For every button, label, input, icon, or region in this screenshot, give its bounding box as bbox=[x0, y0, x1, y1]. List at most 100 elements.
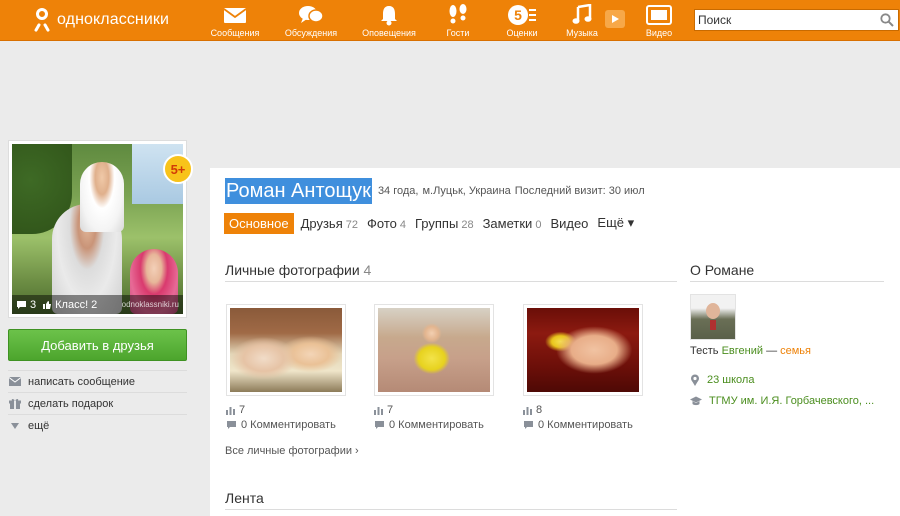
profile-age: 34 года, bbox=[377, 185, 419, 197]
profile-meta: 34 года, м.Луцьк, Украина Последний визит:… bbox=[378, 185, 649, 197]
comment-icon bbox=[375, 421, 384, 429]
nav-video-label: Видео bbox=[645, 28, 673, 38]
tab-photos[interactable]: Фото 4 bbox=[367, 216, 406, 231]
school-item: 23 школа bbox=[690, 374, 754, 386]
avatar-comments-count: 3 bbox=[30, 298, 37, 311]
search-box bbox=[694, 9, 899, 31]
university-item: ТГМУ им. И.Я. Горбачевского, ... bbox=[690, 395, 874, 407]
profile-tabs: Основное Друзья 72 Фото 4 Группы 28 Заметки… bbox=[224, 212, 643, 234]
rating-5-icon: 5 bbox=[507, 4, 537, 26]
location-pin-icon bbox=[691, 374, 699, 386]
photo-thumbnail[interactable] bbox=[374, 304, 494, 396]
tab-main[interactable]: Основное bbox=[224, 212, 294, 234]
divider bbox=[225, 509, 677, 510]
school-link[interactable]: 23 школа bbox=[707, 374, 754, 386]
more-actions-label: ещё bbox=[28, 419, 50, 432]
triangle-down-icon bbox=[11, 422, 19, 429]
profile-header: Роман Антощук 34 года, м.Луцьк, Украина По… bbox=[225, 178, 649, 204]
tab-more[interactable]: Ещё ▾ bbox=[597, 215, 634, 231]
rating-badge[interactable]: 5+ bbox=[163, 154, 193, 184]
photo-comment-link[interactable]: 0 Комментировать bbox=[226, 419, 336, 431]
feed-heading[interactable]: Лента bbox=[225, 490, 264, 506]
relative-dash: — bbox=[766, 345, 778, 357]
avatar-class[interactable]: Класс! 2 bbox=[42, 299, 97, 311]
bar-chart-icon bbox=[523, 406, 532, 415]
avatar-stats: 3 Класс! 2 odnoklassniki.ru bbox=[12, 295, 183, 314]
search-icon[interactable] bbox=[880, 13, 894, 27]
bar-chart-icon bbox=[226, 406, 235, 415]
video-screen-icon bbox=[646, 4, 672, 26]
about-heading[interactable]: О Романе bbox=[690, 262, 754, 278]
footprints-icon bbox=[447, 4, 469, 26]
avatar-class-label: Класс! 2 bbox=[55, 298, 98, 311]
side-actions: написать сообщение сделать подарок ещё bbox=[8, 370, 187, 436]
make-gift-label: сделать подарок bbox=[28, 397, 114, 410]
bell-icon bbox=[379, 4, 399, 26]
write-message-label: написать сообщение bbox=[28, 375, 136, 388]
bar-chart-icon bbox=[374, 406, 383, 415]
avatar-frame[interactable]: 3 Класс! 2 odnoklassniki.ru bbox=[8, 140, 187, 318]
comment-icon bbox=[524, 421, 533, 429]
tab-notes[interactable]: Заметки 0 bbox=[483, 216, 542, 231]
nav-video[interactable]: Видео bbox=[643, 4, 675, 40]
divider bbox=[690, 281, 884, 282]
graduation-cap-icon bbox=[690, 396, 702, 406]
chat-bubbles-icon bbox=[298, 4, 324, 26]
tab-friends[interactable]: Друзья 72 bbox=[301, 216, 358, 231]
gift-icon bbox=[9, 398, 21, 409]
music-note-icon bbox=[571, 4, 593, 26]
relative-relation: Тесть bbox=[690, 345, 719, 357]
comment-icon bbox=[227, 421, 236, 429]
logo[interactable]: одноклассники bbox=[33, 7, 169, 33]
avatar-photo[interactable] bbox=[12, 144, 183, 314]
profile-location: м.Луцьк, Украина bbox=[422, 185, 511, 197]
photo-thumbnail[interactable] bbox=[523, 304, 643, 396]
tab-video[interactable]: Видео bbox=[550, 216, 588, 231]
relative-info: Тесть Евгений — семья bbox=[690, 345, 811, 357]
add-friend-button[interactable]: Добавить в друзья bbox=[8, 329, 187, 361]
main-panel: Роман Антощук 34 года, м.Луцьк, Украина По… bbox=[210, 168, 900, 516]
nav-marks[interactable]: 5 Оценки bbox=[499, 4, 545, 40]
tab-groups[interactable]: Группы 28 bbox=[415, 216, 474, 231]
relative-name-link[interactable]: Евгений bbox=[722, 345, 763, 357]
nav-messages[interactable]: Сообщения bbox=[209, 4, 261, 40]
personal-photos-heading[interactable]: Личные фотографии 4 bbox=[225, 262, 371, 278]
nav-guests-label: Гости bbox=[446, 28, 470, 38]
all-photos-link[interactable]: Все личные фотографии › bbox=[225, 445, 359, 457]
nav-music[interactable]: Музыка bbox=[563, 4, 601, 40]
nav-discussions[interactable]: Обсуждения bbox=[282, 4, 340, 40]
more-actions-link[interactable]: ещё bbox=[8, 414, 187, 436]
write-message-link[interactable]: написать сообщение bbox=[8, 370, 187, 392]
photo-views: 7 bbox=[374, 404, 393, 416]
relative-avatar[interactable] bbox=[690, 294, 736, 340]
thumbs-up-icon bbox=[43, 300, 52, 309]
nav-messages-label: Сообщения bbox=[210, 28, 260, 38]
nav-alerts[interactable]: Оповещения bbox=[359, 4, 419, 40]
search-input[interactable] bbox=[696, 10, 876, 30]
nav-music-label: Музыка bbox=[566, 28, 598, 38]
logo-text: одноклассники bbox=[57, 11, 170, 28]
photo-views: 8 bbox=[523, 404, 542, 416]
profile-last-visit: Последний визит: 30 июл bbox=[514, 185, 645, 197]
play-icon[interactable] bbox=[605, 10, 625, 28]
svg-text:5: 5 bbox=[514, 7, 522, 23]
personal-photos-count: 4 bbox=[363, 262, 372, 278]
nav-alerts-label: Оповещения bbox=[362, 28, 416, 38]
envelope-icon bbox=[223, 4, 247, 26]
avatar-watermark: odnoklassniki.ru bbox=[121, 300, 179, 309]
relative-group-link[interactable]: семья bbox=[780, 345, 811, 357]
photo-thumbnail[interactable] bbox=[226, 304, 346, 396]
photo-comment-link[interactable]: 0 Комментировать bbox=[374, 419, 484, 431]
ok-logo-icon bbox=[33, 7, 51, 33]
profile-name: Роман Антощук bbox=[225, 178, 372, 204]
nav-marks-label: Оценки bbox=[506, 28, 538, 38]
envelope-icon bbox=[9, 377, 21, 386]
nav-guests[interactable]: Гости bbox=[440, 4, 476, 40]
make-gift-link[interactable]: сделать подарок bbox=[8, 392, 187, 414]
avatar-comments[interactable]: 3 bbox=[16, 299, 36, 311]
top-bar: одноклассники Сообщения Обсуждения Опове… bbox=[0, 0, 900, 41]
photo-views: 7 bbox=[226, 404, 245, 416]
university-link[interactable]: ТГМУ им. И.Я. Горбачевского, ... bbox=[709, 395, 874, 407]
photo-comment-link[interactable]: 0 Комментировать bbox=[523, 419, 633, 431]
nav-discussions-label: Обсуждения bbox=[284, 28, 338, 38]
